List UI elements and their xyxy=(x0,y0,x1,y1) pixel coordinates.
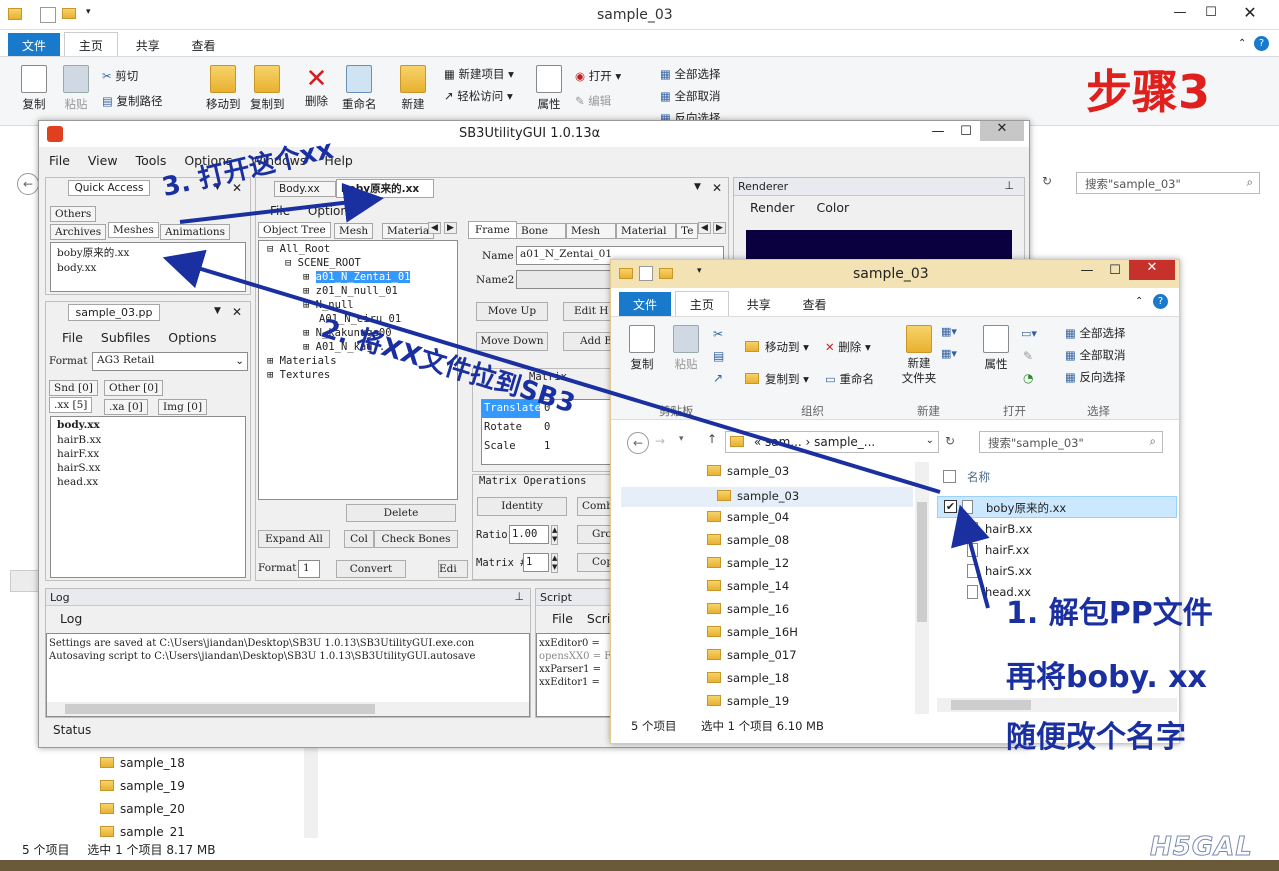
arrow-open-xx xyxy=(179,182,384,224)
watermark-logo: H5GAL xyxy=(1150,832,1253,863)
annotation-step1: 1. 解包PP文件 xyxy=(1006,596,1213,631)
annotation-step1-line3: 随便改个名字 xyxy=(1006,720,1186,755)
arrow-drag-to-sb3 xyxy=(162,249,941,494)
arrow-unpack xyxy=(951,504,990,609)
annotation-step1-line2: 再将boby. xx xyxy=(1006,660,1207,695)
